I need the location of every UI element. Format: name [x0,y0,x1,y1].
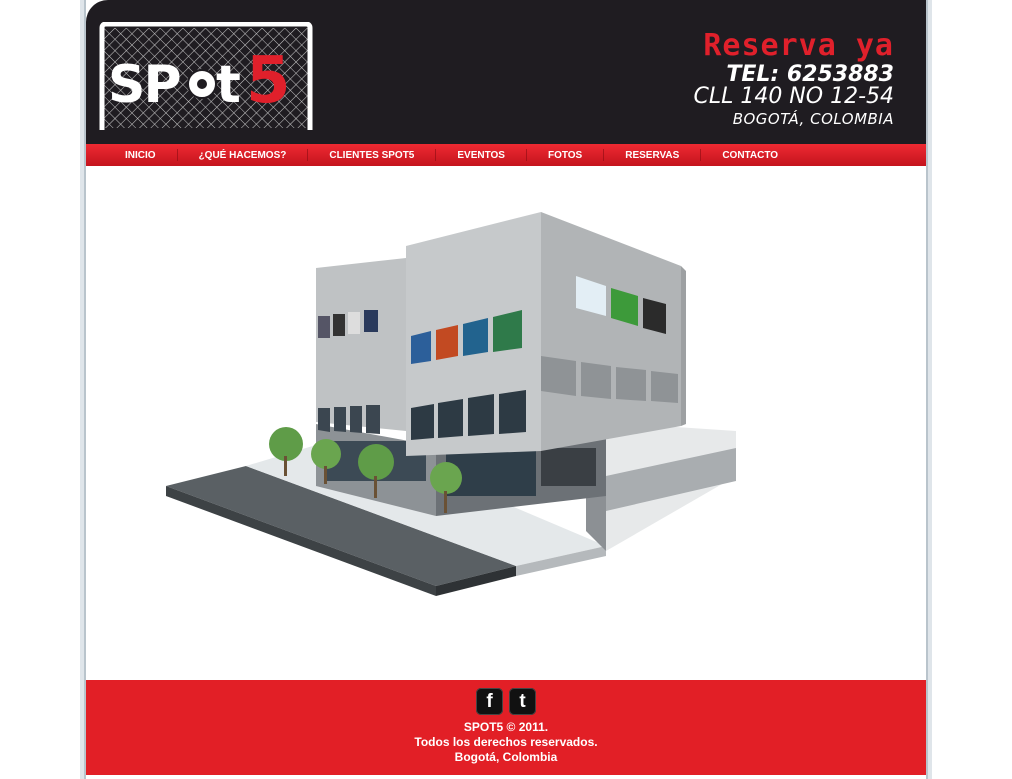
building-render-image [166,186,746,616]
soccer-goal-logo-icon: SP t 5 [99,22,313,130]
nav-item-reservas[interactable]: RESERVAS [604,150,700,161]
reserva-ya-heading: Reserva ya [703,28,894,63]
location-text: Bogotá, Colombia [454,750,558,764]
nav-item-clientes[interactable]: CLIENTES SPOT5 [308,150,435,161]
twitter-icon[interactable]: t [509,688,536,715]
copyright-text: SPOT5 © 2011. [463,720,549,734]
social-links: f t [476,688,536,715]
main-content [86,166,926,680]
address-text: CLL 140 NO 12-54 [693,84,894,109]
rights-text: Todos los derechos reservados. [414,735,598,749]
svg-text:SP: SP [108,55,180,115]
nav-item-fotos[interactable]: FOTOS [527,150,603,161]
nav-item-eventos[interactable]: EVENTOS [436,150,526,161]
nav-item-que-hacemos[interactable]: ¿QUÉ HACEMOS? [178,150,308,161]
svg-text:5: 5 [246,44,291,118]
city-text: BOGOTÁ, COLOMBIA [732,110,894,128]
svg-text:t: t [216,55,241,115]
facebook-icon[interactable]: f [476,688,503,715]
spot5-logo[interactable]: SP t 5 [98,22,314,134]
nav-item-contacto[interactable]: CONTACTO [701,150,799,161]
main-nav: INICIO ¿QUÉ HACEMOS? CLIENTES SPOT5 EVEN… [86,144,926,166]
nav-item-inicio[interactable]: INICIO [86,150,177,161]
site-footer: f t SPOT5 © 2011. Todos los derechos res… [86,680,926,775]
